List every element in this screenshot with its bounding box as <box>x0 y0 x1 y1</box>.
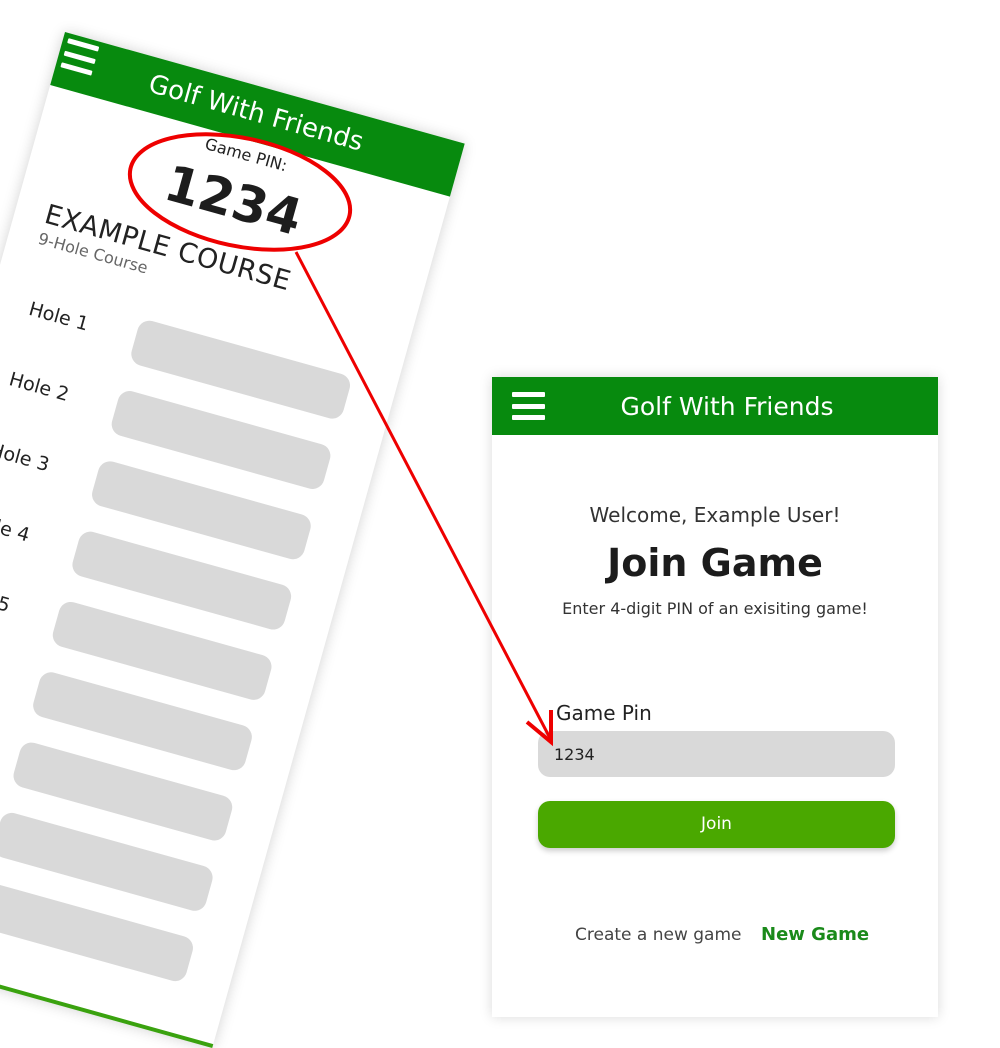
join-game-screen: Golf With Friends Welcome, Example User!… <box>492 377 938 1017</box>
join-button[interactable]: Join <box>538 801 895 848</box>
game-pin-input[interactable] <box>538 731 895 777</box>
hole-label: Hole 2 <box>6 368 72 406</box>
app-header: Golf With Friends <box>492 377 938 435</box>
game-pin-field-label: Game Pin <box>556 701 652 725</box>
instructions: Enter 4-digit PIN of an exisiting game! <box>562 599 868 618</box>
hole-label: Hole 1 <box>26 297 92 336</box>
create-game-prompt: Create a new game <box>575 925 742 945</box>
page-title: Join Game <box>607 541 823 585</box>
new-game-link[interactable]: New Game <box>761 924 869 945</box>
hamburger-menu-icon[interactable] <box>60 38 100 76</box>
hole-label: Hole 4 <box>0 508 33 547</box>
welcome-message: Welcome, Example User! <box>589 503 841 527</box>
app-title: Golf With Friends <box>620 392 834 421</box>
hole-label: Hole 5 <box>0 579 13 617</box>
host-game-screen: Golf With Friends Game PIN: 1234 EXAMPLE… <box>0 32 465 1048</box>
hole-label: Hole 3 <box>0 438 52 477</box>
